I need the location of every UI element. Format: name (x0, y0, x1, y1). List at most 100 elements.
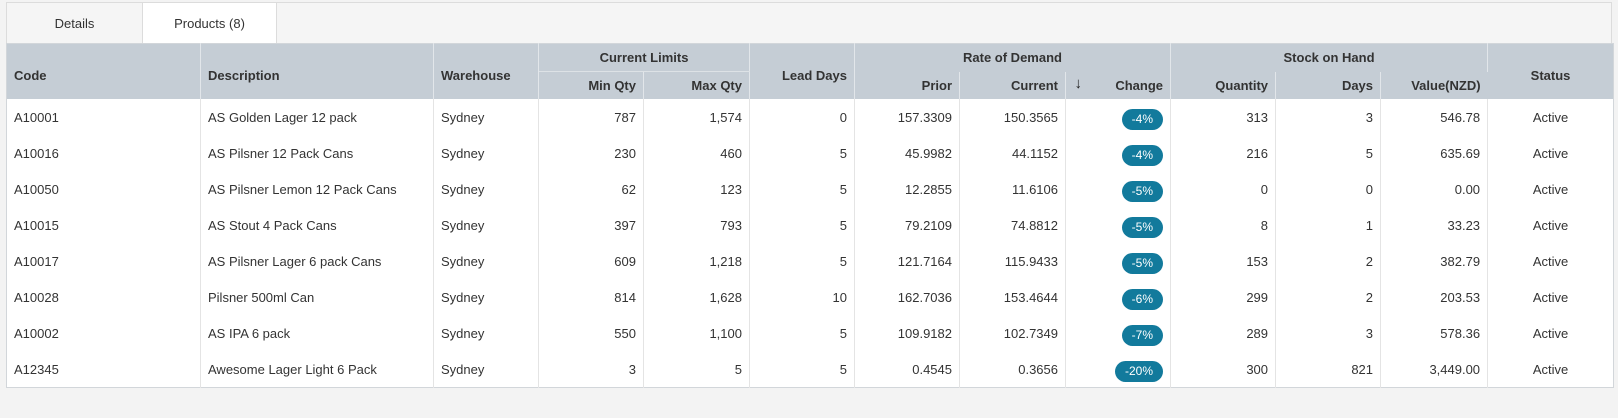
cell-quantity: 300 (1170, 351, 1277, 388)
cell-current: 74.8812 (959, 207, 1066, 243)
cell-change: -6% (1065, 279, 1172, 315)
products-table: Code Description Warehouse Current Limit… (6, 43, 1615, 388)
cell-change: -5% (1065, 243, 1172, 279)
col-header-change-label: Change (1115, 77, 1164, 93)
cell-lead-days: 5 (749, 171, 855, 207)
cell-description: AS Pilsner Lemon 12 Pack Cans (200, 171, 434, 207)
table-row[interactable]: A10016 AS Pilsner 12 Pack Cans Sydney 230 46… (6, 135, 1614, 171)
cell-quantity: 299 (1170, 279, 1277, 315)
cell-warehouse: Sydney (433, 135, 539, 171)
cell-days: 1 (1275, 207, 1382, 243)
cell-status: Active (1532, 289, 1569, 305)
cell-code: A12345 (6, 351, 201, 388)
cell-prior: 162.7036 (854, 279, 960, 315)
cell-code: A10015 (6, 207, 201, 243)
cell-prior: 157.3309 (854, 99, 960, 135)
col-header-current[interactable]: Current (959, 71, 1066, 99)
cell-change: -7% (1065, 315, 1172, 351)
col-header-max-qty[interactable]: Max Qty (643, 71, 750, 99)
table-row[interactable]: A10028 Pilsner 500ml Can Sydney 814 1,628 10 1… (6, 279, 1614, 315)
cell-days: 5 (1275, 135, 1382, 171)
arrow-down-icon[interactable]: ↓ (1070, 75, 1083, 92)
table-row[interactable]: A10015 AS Stout 4 Pack Cans Sydney 397 793 5 7… (6, 207, 1614, 243)
col-header-quantity[interactable]: Quantity (1170, 71, 1277, 99)
cell-description: AS Golden Lager 12 pack (200, 99, 434, 135)
cell-prior: 45.9982 (854, 135, 960, 171)
cell-description: Awesome Lager Light 6 Pack (200, 351, 434, 388)
cell-value: 382.79 (1380, 243, 1489, 279)
col-header-change[interactable]: ↓ Change (1065, 71, 1172, 99)
cell-max-qty: 793 (643, 207, 750, 243)
col-header-prior[interactable]: Prior (854, 71, 960, 99)
cell-days: 0 (1275, 171, 1382, 207)
change-badge: -5% (1121, 252, 1164, 274)
cell-quantity: 153 (1170, 243, 1277, 279)
cell-min-qty: 230 (538, 135, 644, 171)
cell-lead-days: 5 (749, 135, 855, 171)
cell-min-qty: 397 (538, 207, 644, 243)
col-header-current-label: Current (1011, 77, 1058, 93)
cell-warehouse: Sydney (433, 243, 539, 279)
cell-prior: 0.4545 (854, 351, 960, 388)
col-group-rate-of-demand: Rate of Demand (854, 43, 1172, 72)
cell-warehouse: Sydney (433, 207, 539, 243)
cell-code: A10050 (6, 171, 201, 207)
cell-change: -5% (1065, 207, 1172, 243)
cell-status: Active (1532, 325, 1569, 341)
cell-lead-days: 5 (749, 207, 855, 243)
cell-lead-days: 5 (749, 315, 855, 351)
cell-value: 635.69 (1380, 135, 1489, 171)
cell-status: Active (1532, 145, 1569, 161)
cell-lead-days: 5 (749, 243, 855, 279)
table-row[interactable]: A12345 Awesome Lager Light 6 Pack Sydney 3 5… (6, 351, 1614, 388)
cell-quantity: 313 (1170, 99, 1277, 135)
cell-status: Active (1532, 217, 1569, 233)
cell-code: A10001 (6, 99, 201, 135)
cell-current: 44.1152 (959, 135, 1066, 171)
cell-code: A10017 (6, 243, 201, 279)
cell-value: 3,449.00 (1380, 351, 1489, 388)
cell-prior: 12.2855 (854, 171, 960, 207)
change-badge: -4% (1121, 144, 1164, 166)
col-header-warehouse[interactable]: Warehouse (433, 43, 539, 99)
cell-change: -4% (1065, 99, 1172, 135)
cell-current: 115.9433 (959, 243, 1066, 279)
cell-code: A10002 (6, 315, 201, 351)
table-row[interactable]: A10017 AS Pilsner Lager 6 pack Cans Sydney… (6, 243, 1614, 279)
tab-products[interactable]: Products (8) (142, 3, 277, 45)
table-row[interactable]: A10001 AS Golden Lager 12 pack Sydney 787 1,… (6, 99, 1614, 135)
cell-min-qty: 3 (538, 351, 644, 388)
col-header-value[interactable]: Value(NZD) (1380, 71, 1488, 99)
cell-max-qty: 1,218 (643, 243, 750, 279)
cell-warehouse: Sydney (433, 315, 539, 351)
table-row[interactable]: A10002 AS IPA 6 pack Sydney 550 1,100 5 109.91… (6, 315, 1614, 351)
cell-description: AS Pilsner Lager 6 pack Cans (200, 243, 434, 279)
cell-change: -4% (1065, 135, 1172, 171)
cell-value: 578.36 (1380, 315, 1489, 351)
cell-current: 102.7349 (959, 315, 1066, 351)
cell-warehouse: Sydney (433, 279, 539, 315)
col-header-lead-days[interactable]: Lead Days (749, 43, 855, 99)
cell-change: -5% (1065, 171, 1172, 207)
cell-quantity: 8 (1170, 207, 1277, 243)
cell-prior: 109.9182 (854, 315, 960, 351)
cell-prior: 121.7164 (854, 243, 960, 279)
cell-quantity: 289 (1170, 315, 1277, 351)
col-header-min-qty[interactable]: Min Qty (538, 71, 644, 99)
cell-warehouse: Sydney (433, 351, 539, 388)
table-row[interactable]: A10050 AS Pilsner Lemon 12 Pack Cans Sydne… (6, 171, 1614, 207)
col-header-status[interactable]: Status (1487, 43, 1614, 99)
tab-details[interactable]: Details (7, 3, 142, 44)
cell-description: Pilsner 500ml Can (200, 279, 434, 315)
col-header-days[interactable]: Days (1275, 71, 1382, 99)
cell-max-qty: 5 (643, 351, 750, 388)
col-header-code[interactable]: Code (6, 43, 201, 99)
cell-days: 3 (1275, 99, 1382, 135)
cell-value: 0.00 (1380, 171, 1489, 207)
cell-prior: 79.2109 (854, 207, 960, 243)
col-header-description[interactable]: Description (200, 43, 434, 99)
change-badge: -5% (1121, 216, 1164, 238)
cell-max-qty: 1,628 (643, 279, 750, 315)
cell-days: 3 (1275, 315, 1382, 351)
cell-min-qty: 609 (538, 243, 644, 279)
